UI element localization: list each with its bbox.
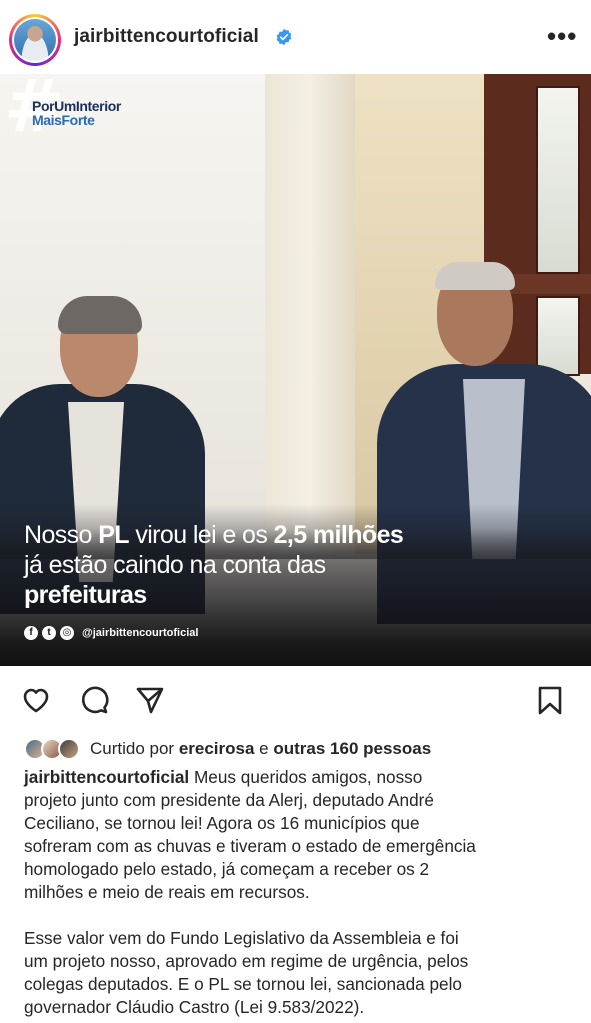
likes-row: Curtido por erecirosa e outras 160 pesso… — [24, 736, 431, 762]
post-username[interactable]: jairbittencourtoficial — [74, 26, 259, 48]
likes-count-link[interactable]: outras 160 pessoas — [273, 739, 431, 758]
liker-username[interactable]: erecirosa — [179, 739, 255, 758]
caption-username[interactable]: jairbittencourtoficial — [24, 767, 189, 787]
avatar-photo — [14, 19, 56, 61]
share-icon[interactable] — [134, 684, 166, 716]
post-caption: jairbittencourtoficial Meus queridos ami… — [24, 767, 476, 1017]
image-headline: Nosso PL virou lei e os 2,5 milhões já e… — [24, 521, 404, 609]
twitter-icon: t — [42, 626, 56, 640]
heart-icon[interactable] — [20, 684, 52, 716]
verified-badge-icon — [276, 28, 292, 46]
facebook-icon: f — [24, 626, 38, 640]
comment-icon[interactable] — [78, 684, 110, 716]
post-actions — [0, 666, 591, 732]
image-social-row: f t ◎ @jairbittencourtoficial — [24, 626, 198, 640]
instagram-icon: ◎ — [60, 626, 74, 640]
post-image[interactable]: # PorUmInterior MaisForte Nosso PL virou… — [0, 74, 591, 666]
liker-avatars[interactable] — [24, 738, 86, 760]
image-handle: @jairbittencourtoficial — [82, 627, 199, 639]
profile-avatar[interactable] — [9, 14, 61, 66]
more-options-button[interactable]: ••• — [547, 23, 577, 49]
hashtag-badge: # PorUmInterior MaisForte — [4, 74, 121, 148]
bookmark-icon[interactable] — [534, 684, 566, 716]
likes-text: Curtido por erecirosa e outras 160 pesso… — [90, 739, 432, 758]
post-header: jairbittencourtoficial ••• — [0, 0, 591, 74]
liker-avatar — [58, 738, 80, 760]
